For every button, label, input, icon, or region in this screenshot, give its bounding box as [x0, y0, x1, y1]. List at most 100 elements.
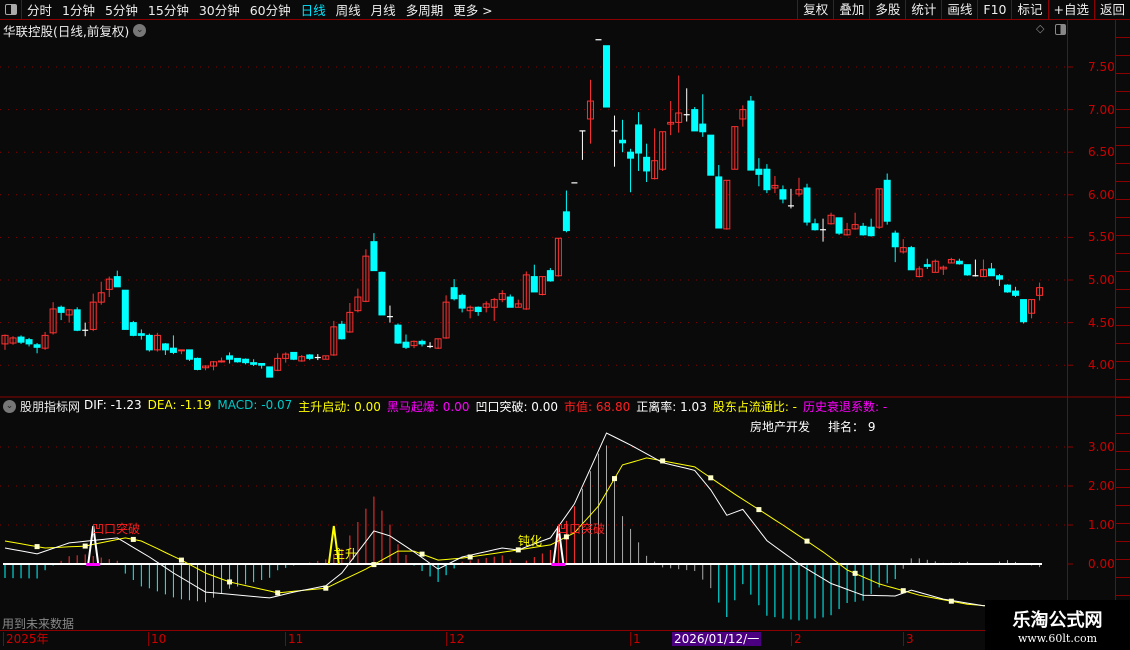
date-label: 2 — [791, 632, 802, 646]
indicator-tick: 3.00 — [1088, 440, 1115, 454]
period-tab[interactable]: 15分钟 — [143, 0, 194, 19]
dea-marker — [82, 543, 88, 549]
indicator-name[interactable]: 股朋指标网 — [20, 398, 80, 415]
side-strip-cell[interactable] — [1116, 164, 1130, 182]
indicator-value: MACD: -0.07 — [217, 398, 293, 412]
candle-body — [1012, 290, 1020, 296]
diamond-icon[interactable]: ◇ — [1036, 22, 1044, 35]
toolbar-button[interactable]: +自选 — [1047, 0, 1094, 20]
chevron-down-icon[interactable]: ⌄ — [133, 24, 147, 37]
side-strip-cell[interactable] — [1116, 326, 1130, 344]
indicator-value: 主升启动: 0.00 — [298, 400, 381, 414]
side-strip-cell[interactable] — [1116, 362, 1130, 380]
chart-canvas[interactable] — [0, 0, 1130, 650]
candle-body — [691, 109, 699, 132]
date-label: 11 — [285, 632, 303, 646]
candle-body — [378, 271, 386, 316]
candle-body — [699, 123, 707, 133]
period-tab[interactable]: 30分钟 — [194, 0, 245, 19]
panel-toggle-button[interactable] — [0, 0, 22, 20]
side-strip-cell[interactable] — [1116, 200, 1130, 218]
side-strip-cell[interactable] — [1116, 290, 1130, 308]
side-strip-cell[interactable] — [1116, 560, 1130, 578]
toolbar-button[interactable]: 画线 — [941, 0, 977, 20]
candle-body — [169, 347, 177, 353]
side-strip-cell[interactable] — [1116, 542, 1130, 560]
side-strip-cell[interactable] — [1116, 92, 1130, 110]
side-strip-cell[interactable] — [1116, 380, 1130, 398]
side-strip-cell[interactable] — [1116, 254, 1130, 272]
side-strip-cell[interactable] — [1116, 524, 1130, 542]
indicator-value: 凹口突破: 0.00 — [475, 400, 559, 414]
candle-body — [627, 151, 635, 159]
side-strip-cell[interactable] — [1116, 416, 1130, 434]
candle-body — [707, 134, 715, 176]
toolbar-button[interactable]: 返回 — [1093, 0, 1130, 20]
candle-body — [995, 275, 1003, 280]
side-strip-cell[interactable] — [1116, 452, 1130, 470]
side-strip-cell[interactable] — [1116, 506, 1130, 524]
period-tab[interactable]: 1分钟 — [57, 0, 100, 19]
side-strip-cell[interactable] — [1116, 398, 1130, 416]
date-label: 12 — [446, 632, 464, 646]
layout-toggle-icon[interactable] — [1055, 24, 1066, 35]
indicator-value: 正离率: 1.03 — [636, 400, 707, 414]
period-tab[interactable]: 多周期 — [401, 0, 449, 19]
candle-body — [266, 366, 274, 378]
candle-body — [546, 270, 554, 282]
side-strip-cell[interactable] — [1116, 488, 1130, 506]
candle-body — [258, 362, 266, 366]
toolbar-button[interactable]: 统计 — [905, 0, 941, 20]
toolbar-button[interactable]: 叠加 — [833, 0, 869, 20]
side-strip-cell[interactable] — [1116, 20, 1130, 38]
side-strip-cell[interactable] — [1116, 344, 1130, 362]
side-strip-cell[interactable] — [1116, 308, 1130, 326]
period-toolbar: 分时 1分钟 5分钟 15分钟 30分钟 60分钟 日线 周线 月线 多周期 更多 > 复权 叠加 多股… — [0, 0, 1130, 20]
candle-body — [779, 189, 787, 200]
side-strip-cell[interactable] — [1116, 272, 1130, 290]
side-strip-cell[interactable] — [1116, 470, 1130, 488]
period-tab[interactable]: 月线 — [366, 0, 401, 19]
indicator-header: ⌄ 股朋指标网 DIF: -1.23 DEA: -1.19 MACD: -0.07 主… — [3, 398, 887, 415]
side-info-strip — [1116, 20, 1130, 630]
period-tab[interactable]: 日线 — [296, 0, 331, 19]
signal-base-marker — [551, 563, 566, 566]
side-strip-cell[interactable] — [1116, 56, 1130, 74]
candle-body — [811, 223, 819, 231]
dea-marker — [371, 562, 377, 568]
date-label: 1 — [630, 632, 641, 646]
candle-body — [803, 187, 811, 223]
side-strip-cell[interactable] — [1116, 38, 1130, 56]
period-tab[interactable]: 周线 — [331, 0, 366, 19]
period-tab[interactable]: 60分钟 — [245, 0, 296, 19]
candle-body — [226, 355, 234, 360]
period-tab[interactable]: 更多 > — [448, 0, 497, 19]
indicator-value: 股东占流通比: - — [712, 400, 798, 414]
candle-body — [530, 276, 538, 293]
dea-marker — [227, 579, 233, 585]
indicator-menu-icon[interactable]: ⌄ — [3, 400, 16, 413]
side-strip-cell[interactable] — [1116, 110, 1130, 128]
period-tab[interactable]: 分时 — [22, 0, 57, 19]
stock-title[interactable]: 华联控股(日线,前复权) ⌄ — [3, 21, 147, 40]
side-strip-cell[interactable] — [1116, 578, 1130, 596]
price-tick: 5.50 — [1088, 230, 1115, 245]
dea-marker — [660, 458, 666, 464]
side-strip-cell[interactable] — [1116, 236, 1130, 254]
candle-body — [763, 168, 771, 191]
toolbar-button[interactable]: 标记 — [1011, 0, 1047, 20]
side-strip-cell[interactable] — [1116, 128, 1130, 146]
side-strip-cell[interactable] — [1116, 146, 1130, 164]
side-strip-cell[interactable] — [1116, 74, 1130, 92]
toolbar-button[interactable]: 多股 — [869, 0, 905, 20]
candle-body — [867, 226, 875, 237]
period-tab[interactable]: 5分钟 — [100, 0, 143, 19]
dea-marker — [419, 551, 425, 557]
side-strip-cell[interactable] — [1116, 182, 1130, 200]
toolbar-button[interactable]: 复权 — [797, 0, 833, 20]
price-tick: 6.50 — [1088, 145, 1115, 160]
toolbar-button[interactable]: F10 — [977, 0, 1011, 20]
side-strip-cell[interactable] — [1116, 434, 1130, 452]
candle-body — [643, 156, 651, 172]
side-strip-cell[interactable] — [1116, 218, 1130, 236]
